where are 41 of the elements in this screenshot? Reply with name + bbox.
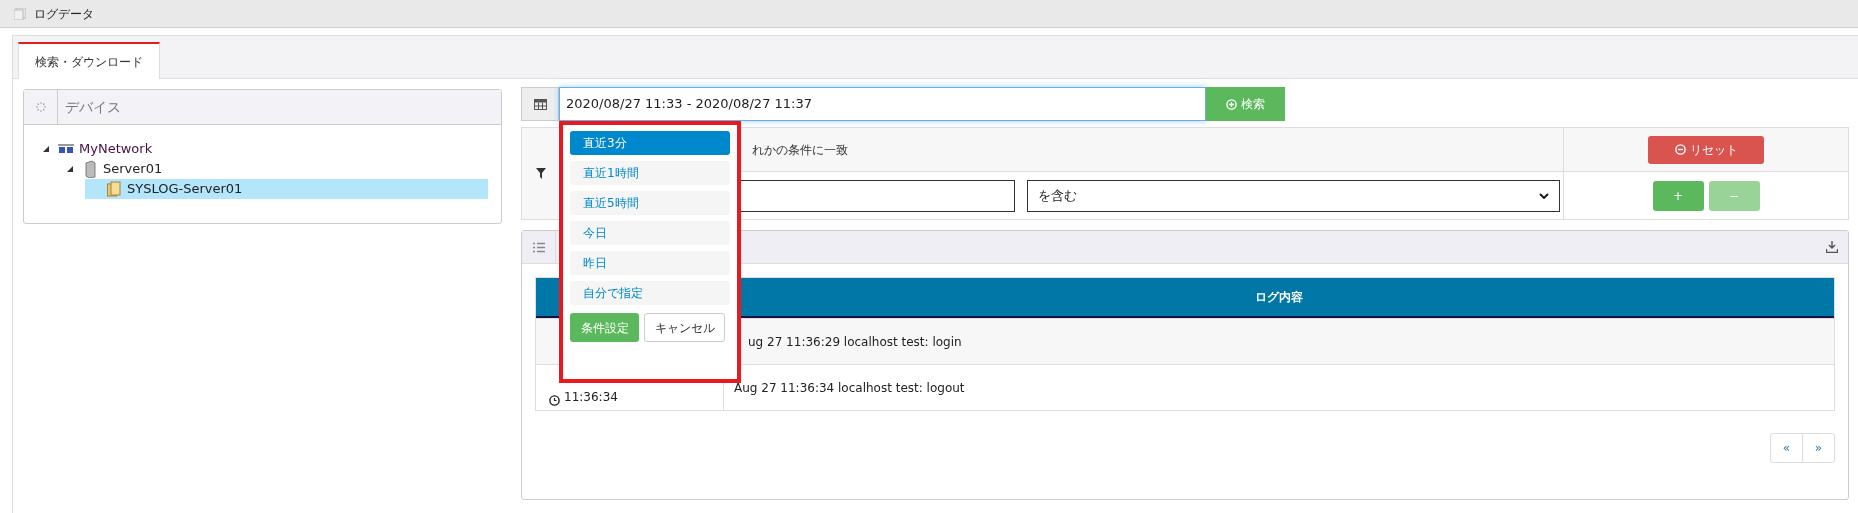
list-icon	[532, 241, 545, 253]
folder-icon	[107, 181, 121, 197]
date-preset-option[interactable]: 直近5時間	[570, 191, 730, 215]
date-range-field[interactable]: 2020/08/27 11:33 - 2020/08/27 11:37	[559, 87, 1206, 121]
tree-item[interactable]: Server01	[101, 159, 165, 179]
window-title: ログデータ	[34, 5, 94, 23]
date-preset-option[interactable]: 直近1時間	[570, 161, 730, 185]
add-condition-button[interactable]: +	[1652, 180, 1704, 211]
date-preset-option[interactable]: 今日	[570, 221, 730, 245]
minus-circle-icon	[1674, 144, 1686, 155]
expanded-triangle-icon[interactable]	[67, 166, 73, 172]
date-preset-option[interactable]: 直近3分	[570, 131, 730, 155]
table-cell-text: 11:36:34	[564, 389, 618, 406]
server-icon	[84, 160, 96, 178]
search-button[interactable]: 検索	[1206, 87, 1285, 121]
reset-button[interactable]: リセット	[1648, 135, 1764, 164]
tree-item[interactable]: MyNetwork	[77, 139, 155, 159]
date-preset-option[interactable]: 昨日	[570, 251, 730, 275]
network-icon	[58, 144, 74, 154]
panel-title: デバイス	[64, 97, 121, 117]
download-icon[interactable]	[1826, 241, 1838, 253]
pagination-button[interactable]: «	[1770, 433, 1803, 463]
apply-button[interactable]: 条件設定	[570, 313, 639, 342]
column-header: ログ内容	[1255, 289, 1303, 306]
pagination-button[interactable]: »	[1802, 433, 1835, 463]
chevron-down-icon	[1539, 192, 1549, 199]
operator-select[interactable]: を含む	[1027, 179, 1560, 212]
spinner-icon	[35, 102, 46, 112]
document-icon	[14, 7, 26, 20]
expanded-triangle-icon[interactable]	[43, 146, 49, 152]
clock-icon	[549, 395, 560, 406]
plus-circle-icon	[1226, 98, 1237, 110]
tree-item[interactable]: SYSLOG-Server01	[125, 179, 245, 199]
table-cell-text: ug 27 11:36:29 localhost test: login	[748, 333, 962, 351]
match-condition-text: れかの条件に一致	[752, 141, 848, 159]
filter-icon	[535, 168, 546, 179]
date-preset-option[interactable]: 自分で指定	[570, 281, 730, 305]
calendar-icon	[533, 98, 547, 110]
cancel-button[interactable]: キャンセル	[644, 313, 725, 342]
table-cell-text: Aug 27 11:36:34 localhost test: logout	[734, 379, 965, 397]
tab[interactable]: 検索・ダウンロード	[18, 42, 160, 79]
